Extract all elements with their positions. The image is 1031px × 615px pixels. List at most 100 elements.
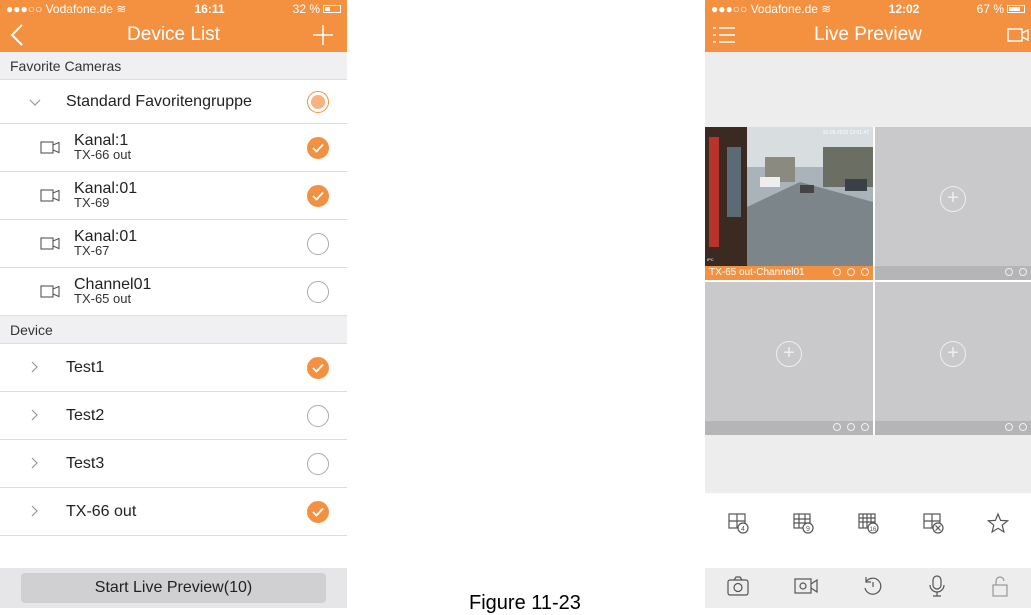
grid-4-icon[interactable]: 4	[727, 512, 749, 539]
carrier-label: ●●●○○ Vodafone.de ≋	[6, 2, 127, 16]
add-channel-icon[interactable]: +	[940, 185, 966, 212]
battery: 67 %	[977, 2, 1025, 16]
star-icon[interactable]	[987, 511, 1010, 539]
section-device: Device	[0, 316, 347, 344]
preview-window-1[interactable]: 10-05-2016 12:01:47 IPC TX-65 out-Channe…	[705, 127, 873, 280]
battery-icon	[323, 5, 341, 13]
channel-checkbox[interactable]	[307, 184, 329, 207]
channel-checkbox[interactable]	[307, 232, 329, 255]
grid-9-icon[interactable]: 9	[792, 512, 814, 539]
video-timestamp: 10-05-2016 12:01:47	[823, 130, 870, 136]
camera-icon	[40, 237, 60, 250]
status-bar: ●●●○○ Vodafone.de ≋ 16:11 32 %	[0, 0, 347, 18]
channel-row[interactable]: Kanal:01 TX-69	[0, 172, 347, 220]
channel-name: Kanal:1	[74, 131, 129, 149]
chevron-down-icon[interactable]	[24, 94, 46, 110]
microphone-icon[interactable]	[927, 574, 947, 603]
channel-row[interactable]: Kanal:01 TX-67	[0, 220, 347, 268]
channel-row[interactable]: Kanal:1 TX-66 out	[0, 124, 347, 172]
control-toolbar	[705, 568, 1031, 608]
device-label: Test1	[66, 358, 105, 376]
device-checkbox[interactable]	[307, 356, 329, 379]
device-checkbox[interactable]	[307, 500, 329, 523]
camera-icon	[40, 285, 60, 298]
device-name: TX-69	[74, 194, 110, 210]
zoom-icon	[833, 268, 841, 276]
channel-checkbox[interactable]	[307, 280, 329, 303]
channel-name: Channel01	[74, 275, 152, 293]
preview-grid: 10-05-2016 12:01:47 IPC TX-65 out-Channe…	[705, 127, 1031, 435]
chevron-right-icon[interactable]	[24, 408, 46, 424]
battery-icon	[1007, 5, 1025, 13]
battery-percent: 67 %	[976, 2, 1004, 16]
chevron-right-icon[interactable]	[24, 360, 46, 376]
live-preview-screen: ●●●○○ Vodafone.de ≋ 12:02 67 % Live Prev…	[705, 0, 1031, 608]
svg-text:4: 4	[741, 526, 745, 533]
audio-icon	[847, 268, 855, 276]
group-label: Standard Favoritengruppe	[66, 92, 252, 110]
group-checkbox[interactable]	[307, 90, 329, 113]
chevron-right-icon[interactable]	[24, 504, 46, 520]
page-title: Live Preview	[814, 24, 922, 45]
device-name: TX-67	[74, 242, 110, 258]
nav-bar: Live Preview	[705, 18, 1031, 52]
clock: 12:02	[888, 2, 920, 16]
favorite-group-row[interactable]: Standard Favoritengruppe	[0, 80, 347, 124]
preview-bottom-area	[705, 435, 1031, 493]
grid-close-icon[interactable]	[922, 512, 944, 539]
layout-toolbar: 4 9 16	[705, 508, 1031, 542]
preview-window-3[interactable]: +	[705, 282, 873, 435]
record-icon[interactable]	[793, 575, 819, 602]
video-ipc-label: IPC	[707, 257, 714, 262]
channel-checkbox[interactable]	[307, 136, 329, 159]
camera-icon	[40, 141, 60, 154]
strip-icons	[833, 268, 869, 276]
channel-strip: TX-65 out-Channel01	[705, 266, 873, 280]
clock: 16:11	[194, 2, 225, 16]
device-row[interactable]: Test1	[0, 344, 347, 392]
device-name: TX-66 out	[74, 146, 132, 162]
svg-text:16: 16	[870, 527, 877, 533]
plus-icon[interactable]	[313, 18, 333, 52]
bottom-button-bar: Start Live Preview(10)	[0, 568, 347, 608]
start-live-preview-button[interactable]: Start Live Preview(10)	[21, 573, 326, 603]
playback-icon[interactable]	[861, 574, 885, 603]
figure-caption: Figure 11-23	[469, 592, 581, 614]
preview-top-area	[705, 52, 1031, 127]
chevron-right-icon[interactable]	[24, 456, 46, 472]
battery: 32 %	[293, 2, 341, 16]
device-name: TX-65 out	[74, 290, 132, 306]
channel-name: Kanal:01	[74, 227, 138, 245]
channel-row[interactable]: Channel01 TX-65 out	[0, 268, 347, 316]
svg-text:9: 9	[806, 526, 810, 533]
snapshot-icon[interactable]	[726, 575, 750, 602]
device-checkbox[interactable]	[307, 452, 329, 475]
nav-bar: Device List	[0, 18, 347, 52]
device-label: Test3	[66, 454, 105, 472]
device-row[interactable]: TX-66 out	[0, 488, 347, 536]
carrier-label: ●●●○○ Vodafone.de ≋	[711, 2, 832, 16]
channel-label: TX-65 out-Channel01	[709, 267, 805, 278]
device-row[interactable]: Test2	[0, 392, 347, 440]
close-icon	[861, 268, 869, 276]
video-camera-icon[interactable]	[1007, 18, 1029, 52]
lock-icon[interactable]	[990, 574, 1010, 603]
device-label: TX-66 out	[66, 502, 137, 520]
grid-16-icon[interactable]: 16	[857, 512, 879, 539]
device-checkbox[interactable]	[307, 404, 329, 427]
channel-strip	[875, 421, 1031, 435]
device-row[interactable]: Test3	[0, 440, 347, 488]
channel-strip	[875, 266, 1031, 280]
channel-name: Kanal:01	[74, 179, 138, 197]
preview-window-4[interactable]: +	[875, 282, 1031, 435]
preview-window-2[interactable]: +	[875, 127, 1031, 280]
battery-percent: 32 %	[292, 2, 320, 16]
add-channel-icon[interactable]: +	[940, 340, 966, 367]
device-list-screen: ●●●○○ Vodafone.de ≋ 16:11 32 % Device Li…	[0, 0, 347, 608]
device-label: Test2	[66, 406, 105, 424]
channel-strip	[705, 421, 873, 435]
add-channel-icon[interactable]: +	[776, 340, 802, 367]
page-title: Device List	[127, 24, 220, 45]
status-bar: ●●●○○ Vodafone.de ≋ 12:02 67 %	[705, 0, 1031, 18]
camera-icon	[40, 189, 60, 202]
